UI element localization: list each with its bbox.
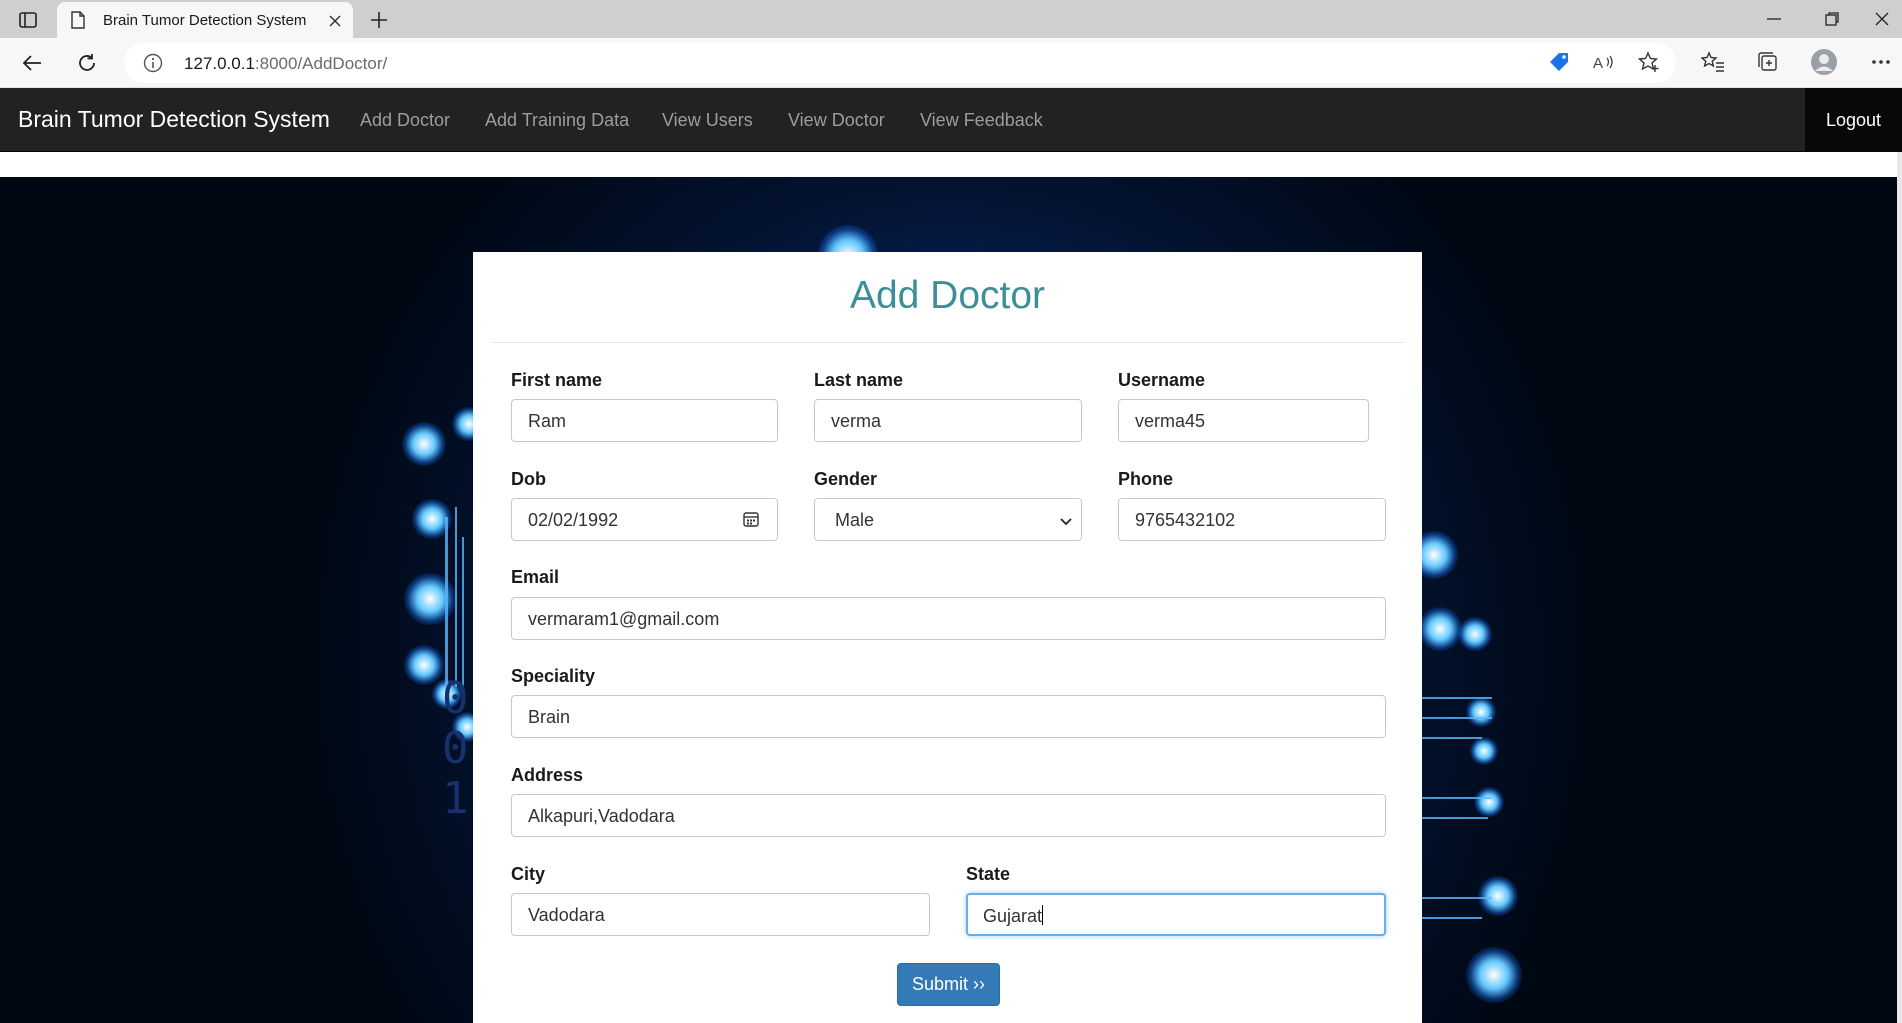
- address-label: Address: [511, 765, 584, 785]
- nav-view-doctor[interactable]: View Doctor: [788, 110, 885, 131]
- first-name-input[interactable]: Ram: [511, 399, 778, 442]
- circuit-trace: [1422, 737, 1482, 739]
- state-input[interactable]: Gujarat: [966, 893, 1386, 936]
- price-tag-icon[interactable]: [1544, 47, 1574, 77]
- restore-icon[interactable]: [1812, 6, 1852, 32]
- calendar-icon[interactable]: [743, 511, 759, 532]
- back-arrow-icon[interactable]: [16, 47, 48, 79]
- dob-date-input[interactable]: 02/02/1992: [511, 498, 778, 541]
- add-doctor-form: Add Doctor First name Ram Last name verm…: [473, 252, 1422, 1023]
- add-favorite-icon[interactable]: [1634, 47, 1664, 77]
- last-name-label: Last name: [814, 370, 904, 390]
- gender-value: Male: [835, 510, 875, 530]
- brand-link[interactable]: Brain Tumor Detection System: [18, 106, 330, 133]
- nav-view-feedback[interactable]: View Feedback: [920, 110, 1043, 131]
- submit-button[interactable]: Submit ››: [897, 963, 1000, 1006]
- last-name-input[interactable]: verma: [814, 399, 1082, 442]
- chevron-down-icon: [1059, 514, 1073, 532]
- circuit-trace: [1422, 897, 1492, 899]
- speciality-value: Brain: [528, 707, 571, 727]
- circuit-glow: [402, 422, 446, 466]
- circuit-glow: [1474, 787, 1504, 817]
- email-value: vermaram1@gmail.com: [528, 609, 720, 629]
- url-text: 127.0.0.1:8000/AddDoctor/: [184, 54, 388, 73]
- address-input[interactable]: Alkapuri,Vadodara: [511, 794, 1386, 837]
- username-input[interactable]: verma45: [1118, 399, 1369, 442]
- circuit-glow: [1478, 876, 1518, 916]
- speciality-input[interactable]: Brain: [511, 695, 1386, 738]
- svg-text:A: A: [1593, 55, 1603, 71]
- binary-digit: 1: [442, 773, 469, 824]
- state-value-wrap: Gujarat: [983, 905, 1044, 927]
- circuit-glow: [404, 645, 444, 685]
- phone-input[interactable]: 9765432102: [1118, 498, 1386, 541]
- read-aloud-icon[interactable]: A: [1589, 47, 1619, 77]
- close-window-icon[interactable]: [1862, 6, 1902, 32]
- circuit-glow: [1466, 947, 1522, 1003]
- refresh-icon[interactable]: [71, 47, 103, 79]
- circuit-trace: [1422, 817, 1488, 819]
- site-info-icon[interactable]: [143, 53, 163, 78]
- city-value: Vadodara: [528, 905, 605, 925]
- phone-value: 9765432102: [1135, 510, 1236, 530]
- dob-label: Dob: [511, 469, 546, 489]
- url-bar[interactable]: 127.0.0.1:8000/AddDoctor/: [124, 43, 1676, 83]
- new-tab-icon[interactable]: [366, 7, 392, 33]
- phone-label: Phone: [1118, 469, 1174, 489]
- browser-tab[interactable]: Brain Tumor Detection System: [57, 2, 353, 38]
- state-label: State: [966, 864, 1011, 884]
- page-icon: [71, 11, 85, 34]
- circuit-glow: [404, 573, 456, 625]
- email-input[interactable]: vermaram1@gmail.com: [511, 597, 1386, 640]
- circuit-trace: [1422, 797, 1492, 799]
- circuit-glow: [1466, 697, 1496, 727]
- circuit-glow: [1458, 617, 1492, 651]
- minimize-icon[interactable]: [1754, 6, 1794, 32]
- close-tab-icon[interactable]: [325, 11, 345, 31]
- title-divider: [491, 342, 1404, 343]
- first-name-value: Ram: [528, 411, 567, 431]
- profile-avatar-icon[interactable]: [1809, 47, 1839, 77]
- first-name-label: First name: [511, 370, 603, 390]
- gender-label: Gender: [814, 469, 878, 489]
- email-label: Email: [511, 567, 560, 587]
- tab-actions-icon[interactable]: [14, 8, 42, 32]
- browser-tab-strip: Brain Tumor Detection System: [0, 0, 1902, 38]
- nav-view-users[interactable]: View Users: [662, 110, 753, 131]
- gender-select[interactable]: Male: [814, 498, 1082, 541]
- username-label: Username: [1118, 370, 1206, 390]
- circuit-trace: [1422, 697, 1492, 699]
- dob-value: 02/02/1992: [528, 510, 619, 530]
- text-cursor: [1042, 905, 1044, 925]
- speciality-label: Speciality: [511, 666, 596, 686]
- state-value: Gujarat: [983, 906, 1043, 926]
- page-scrollbar[interactable]: [1897, 152, 1902, 1023]
- nav-add-doctor[interactable]: Add Doctor: [360, 110, 450, 131]
- logout-label: Logout: [1825, 109, 1882, 130]
- circuit-glow: [1470, 737, 1498, 765]
- favorites-icon[interactable]: [1698, 47, 1728, 77]
- collections-icon[interactable]: [1753, 47, 1783, 77]
- city-label: City: [511, 864, 546, 884]
- browser-toolbar: 127.0.0.1:8000/AddDoctor/ A: [0, 38, 1902, 88]
- more-options-icon[interactable]: [1866, 47, 1896, 77]
- tab-title: Brain Tumor Detection System: [103, 12, 307, 29]
- submit-label: Submit ››: [911, 974, 985, 994]
- circuit-trace: [1422, 917, 1482, 919]
- circuit-trace: [1422, 717, 1492, 719]
- username-value: verma45: [1135, 411, 1206, 431]
- last-name-value: verma: [831, 411, 882, 431]
- address-value: Alkapuri,Vadodara: [528, 806, 675, 826]
- form-title: Add Doctor: [849, 274, 1046, 317]
- city-input[interactable]: Vadodara: [511, 893, 930, 936]
- nav-add-training-data[interactable]: Add Training Data: [485, 110, 629, 131]
- logout-button[interactable]: Logout: [1805, 88, 1902, 152]
- app-navbar: Brain Tumor Detection System Add Doctor …: [0, 88, 1902, 152]
- circuit-glow: [1418, 607, 1462, 651]
